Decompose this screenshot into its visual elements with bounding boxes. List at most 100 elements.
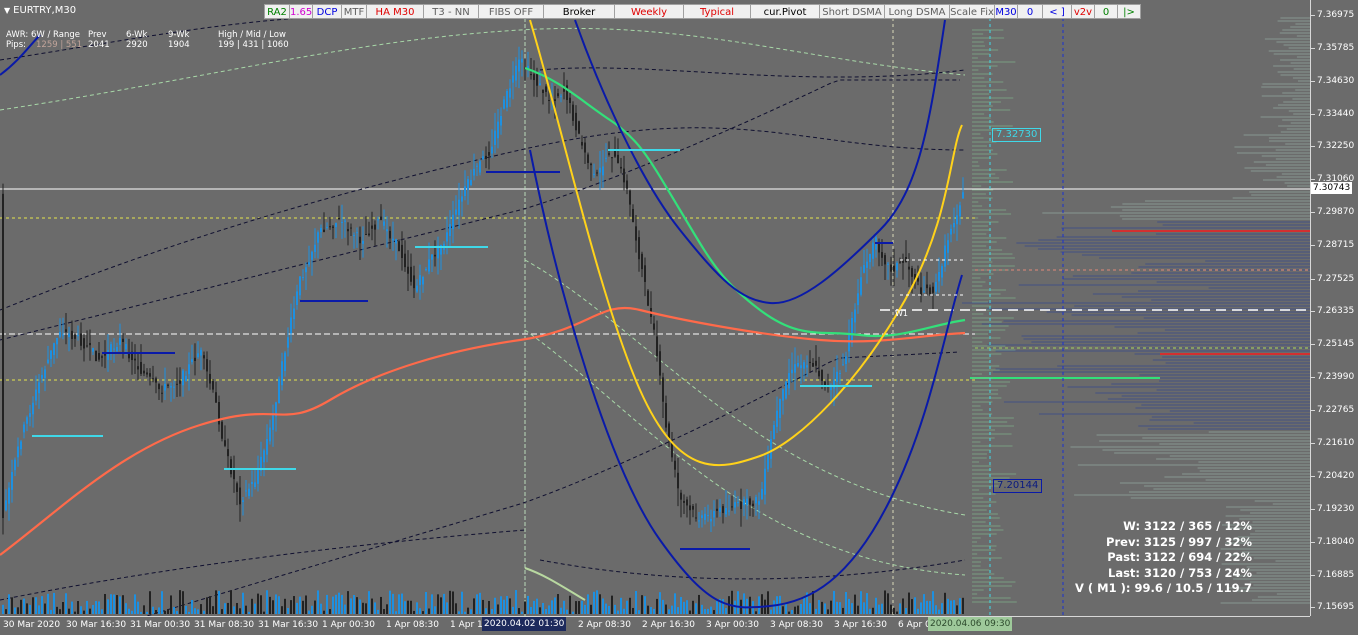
volume-bar — [872, 607, 874, 614]
volume-bar — [503, 599, 505, 614]
candle-body — [938, 271, 940, 282]
volume-bar — [350, 598, 352, 614]
toolbar-button-v2v[interactable]: v2v — [1071, 4, 1095, 19]
candle-body — [638, 237, 640, 260]
toolbar-button-typical[interactable]: Typical — [683, 4, 751, 19]
volume-bar — [227, 602, 229, 614]
volume-bar — [650, 607, 652, 614]
volume-bar — [617, 610, 619, 614]
volume-bar — [893, 607, 895, 614]
volume-bar — [668, 609, 670, 614]
candle-body — [560, 95, 562, 97]
stats-header-hml: High / Mid / Low — [218, 30, 286, 40]
volume-bar — [530, 606, 532, 614]
candle-body — [872, 242, 874, 259]
candle-body — [710, 518, 712, 522]
current-price-tag: 7.30743 — [1311, 182, 1353, 194]
candle-body — [380, 216, 382, 220]
toolbar-button-0[interactable]: 0 — [1017, 4, 1043, 19]
candle-body — [851, 317, 853, 344]
volume-bar — [203, 610, 205, 614]
stats-6wk-value: 2920 — [126, 40, 148, 50]
toolbar-button-weekly[interactable]: Weekly — [614, 4, 684, 19]
toolbar-button-fibs-off[interactable]: FIBS OFF — [478, 4, 544, 19]
candle-body — [947, 240, 949, 253]
candle-body — [494, 130, 496, 145]
volume-bar — [419, 608, 421, 614]
toolbar-button-broker[interactable]: Broker — [543, 4, 615, 19]
volume-bar — [941, 603, 943, 614]
price-axis[interactable]: 7.36975 7.35785 7.34630 7.33440 7.32250 7.310… — [1310, 0, 1358, 616]
volume-bar — [251, 598, 253, 614]
volume-bar — [17, 607, 19, 614]
candle-body — [410, 266, 412, 282]
candle-body — [143, 370, 145, 374]
candle-body — [56, 337, 58, 345]
volume-bar — [896, 611, 898, 614]
candle-body — [554, 99, 556, 102]
volume-bar — [575, 601, 577, 614]
candle-body — [2, 193, 4, 519]
volume-bar — [323, 610, 325, 614]
volume-bar — [140, 611, 142, 614]
volume-bar — [821, 601, 823, 614]
candle-body — [695, 517, 697, 519]
volume-bar — [920, 602, 922, 614]
candle-body — [272, 413, 274, 430]
candle-body — [308, 262, 310, 265]
volume-bar — [953, 600, 955, 614]
toolbar-button-scale-fix[interactable]: Scale Fix — [949, 4, 995, 19]
toolbar-button-t3-nn[interactable]: T3 - NN — [423, 4, 479, 19]
volume-bar — [749, 596, 751, 614]
toolbar-button-ra2[interactable]: RA2 — [264, 4, 290, 19]
volume-bar — [551, 600, 553, 614]
candle-body — [218, 402, 220, 425]
candle-body — [575, 112, 577, 131]
candle-body — [602, 166, 604, 176]
volume-bar — [911, 599, 913, 614]
envelope-bottom-dark — [539, 559, 966, 580]
candle-body — [911, 268, 913, 277]
toolbar-button-[interactable]: |> — [1117, 4, 1141, 19]
volume-bar — [788, 611, 790, 614]
toolbar-button-1-65[interactable]: 1.65 — [289, 4, 313, 19]
candle-body — [956, 215, 958, 225]
volume-bar — [602, 598, 604, 614]
candle-body — [752, 503, 754, 506]
volume-bar — [389, 590, 391, 614]
candle-body — [446, 232, 448, 242]
toolbar-button-ha-m30[interactable]: HA M30 — [366, 4, 424, 19]
chart-area[interactable]: ▼ EURTRY,M30 AWR: 6W / Range Prev 6-Wk 9-… — [0, 0, 1310, 616]
candle-body — [920, 287, 922, 295]
candle-body — [740, 501, 742, 509]
toolbar-button-m30[interactable]: M30 — [994, 4, 1018, 19]
volume-bar — [362, 602, 364, 614]
price-tick: 7.27525 — [1310, 274, 1355, 284]
toolbar-button-short-dsma[interactable]: Short DSMA — [819, 4, 885, 19]
volume-bar — [461, 591, 463, 614]
volume-bar — [497, 604, 499, 614]
volume-bar — [632, 607, 634, 614]
volume-bar — [857, 605, 859, 614]
time-axis[interactable]: 30 Mar 2020 30 Mar 16:30 31 Mar 00:30 31 Ma… — [0, 616, 1310, 635]
toolbar-button-0[interactable]: 0 — [1094, 4, 1118, 19]
candle-body — [203, 355, 205, 359]
volume-bar — [716, 601, 718, 614]
candle-body — [794, 364, 796, 373]
volume-bar — [845, 591, 847, 614]
toolbar-button-[interactable]: < ] — [1042, 4, 1072, 19]
volume-bar — [818, 600, 820, 614]
volume-bar — [413, 610, 415, 614]
volume-bar — [293, 596, 295, 614]
toolbar-button-mtf[interactable]: MTF — [341, 4, 367, 19]
toolbar-button-cur-pivot[interactable]: cur.Pivot — [750, 4, 820, 19]
volume-bar — [11, 597, 13, 614]
candle-body — [182, 370, 184, 386]
toolbar-button-long-dsma[interactable]: Long DSMA — [884, 4, 950, 19]
symbol-label: ▼ EURTRY,M30 — [4, 5, 76, 16]
toolbar-button-dcp[interactable]: DCP — [312, 4, 342, 19]
candle-body — [587, 154, 589, 163]
candle-body — [611, 157, 613, 159]
volume-bar — [584, 604, 586, 614]
candle-body — [152, 378, 154, 380]
